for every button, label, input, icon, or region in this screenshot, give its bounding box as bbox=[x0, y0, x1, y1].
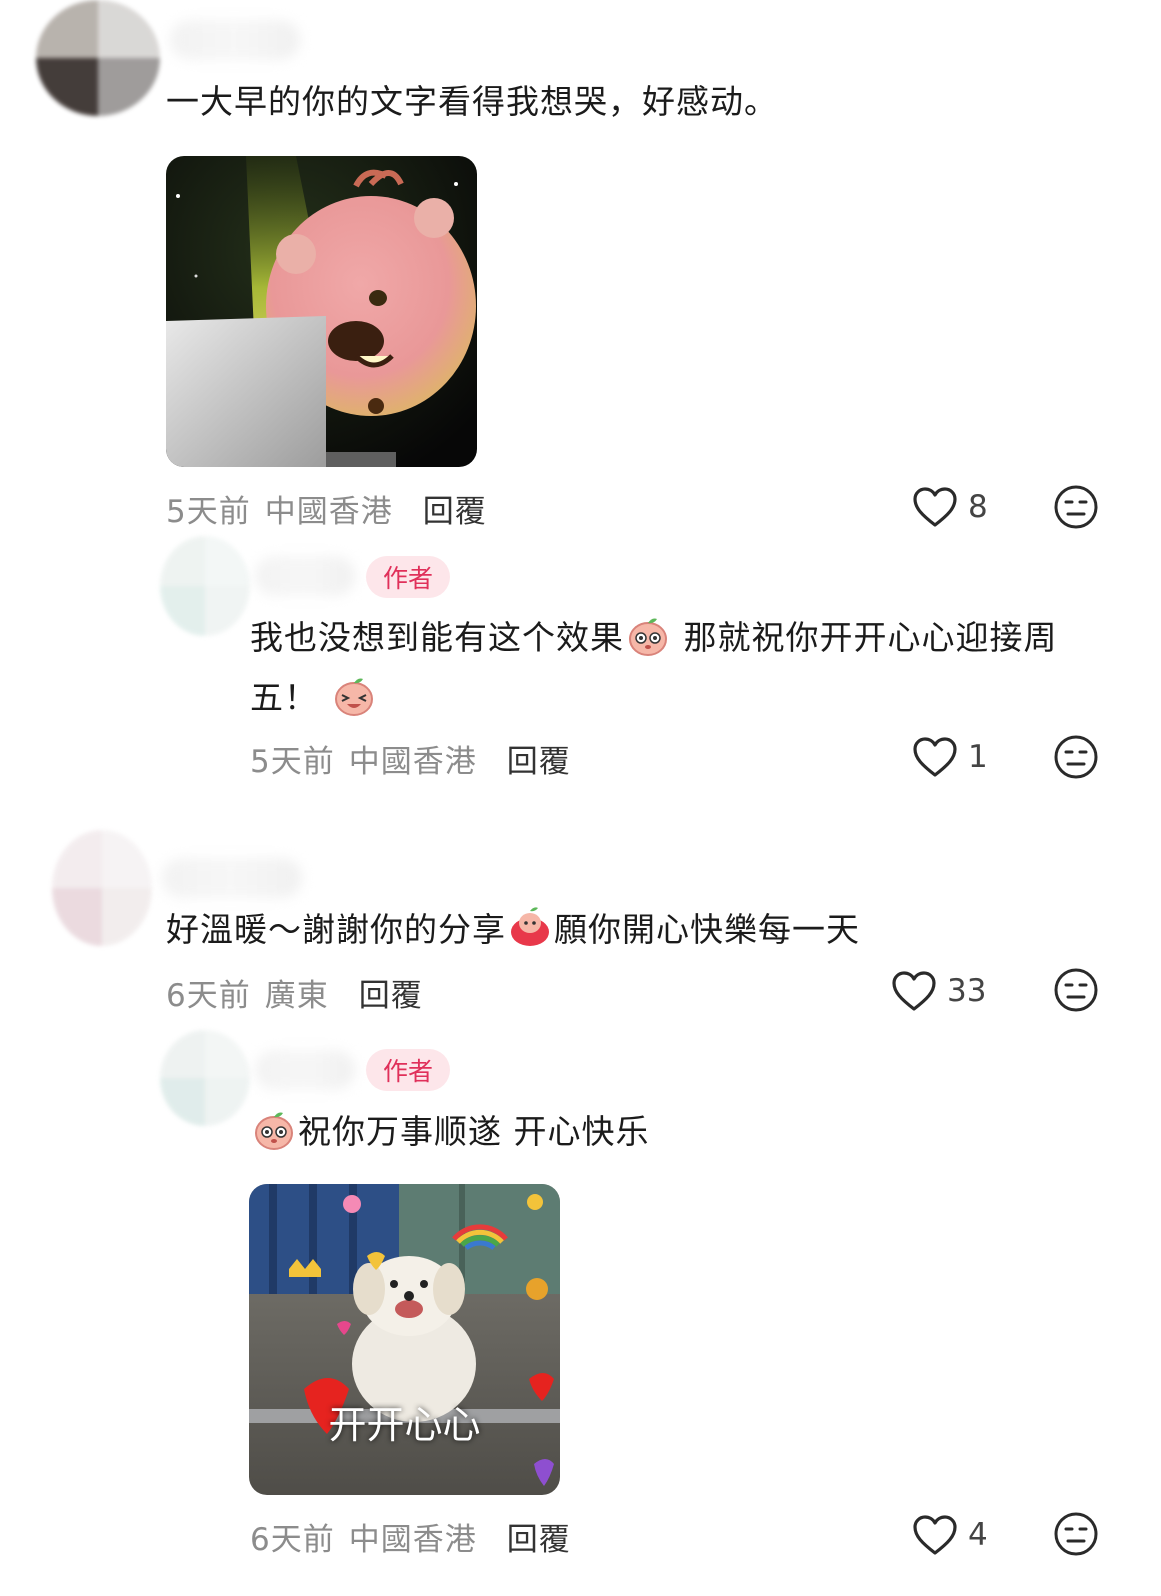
comment-meta: 5天前 中國香港 回覆 bbox=[166, 486, 487, 531]
like-count: 1 bbox=[968, 739, 988, 775]
reply-text: 我也没想到能有这个效果 那就祝你开开心心迎接周 五！ bbox=[250, 608, 1130, 728]
sticker-caption: 开开心心 bbox=[328, 1403, 481, 1447]
timestamp: 5天前 bbox=[250, 744, 335, 780]
heart-outline-icon bbox=[913, 737, 957, 777]
username[interactable] bbox=[255, 556, 355, 596]
username[interactable] bbox=[255, 1050, 355, 1090]
beaver-at-laptop-sticker[interactable] bbox=[166, 156, 477, 467]
like-button[interactable]: 4 bbox=[912, 1514, 988, 1556]
emoji-reaction-icon[interactable] bbox=[1053, 967, 1099, 1013]
heart-outline-icon bbox=[913, 1515, 957, 1555]
avatar[interactable] bbox=[52, 830, 152, 946]
emoji-reaction-icon[interactable] bbox=[1053, 734, 1099, 780]
author-badge: 作者 bbox=[366, 556, 450, 598]
author-badge: 作者 bbox=[366, 1049, 450, 1091]
location: 中國香港 bbox=[264, 494, 393, 530]
comment-meta: 6天前 廣東 回覆 bbox=[166, 970, 423, 1015]
reply-text: 祝你万事顺遂 开心快乐 bbox=[250, 1102, 650, 1162]
like-count: 33 bbox=[947, 973, 987, 1009]
username[interactable] bbox=[162, 858, 302, 898]
comment-text: 一大早的你的文字看得我想哭，好感动。 bbox=[166, 82, 778, 121]
reply-button[interactable]: 回覆 bbox=[359, 970, 423, 1015]
avatar[interactable] bbox=[36, 0, 160, 116]
timestamp: 6天前 bbox=[250, 1522, 335, 1558]
location: 廣東 bbox=[264, 978, 329, 1014]
laughing-peach-emoji-icon bbox=[334, 678, 373, 716]
like-button[interactable]: 8 bbox=[912, 486, 988, 528]
peach-emoji-icon bbox=[629, 618, 667, 656]
emoji-reaction-icon[interactable] bbox=[1053, 1511, 1099, 1557]
like-count: 8 bbox=[968, 489, 988, 525]
timestamp: 5天前 bbox=[166, 494, 251, 530]
like-button[interactable]: 33 bbox=[891, 970, 986, 1012]
username[interactable] bbox=[170, 20, 300, 60]
reply-button[interactable]: 回覆 bbox=[423, 486, 487, 531]
timestamp: 6天前 bbox=[166, 978, 251, 1014]
emoji-reaction-icon[interactable] bbox=[1053, 484, 1099, 530]
happy-dog-sticker[interactable]: 开开心心 bbox=[249, 1184, 560, 1495]
like-count: 4 bbox=[968, 1517, 988, 1553]
comment-text: 好溫暖～謝謝你的分享 願你開心快樂每一天 bbox=[166, 900, 860, 960]
location: 中國香港 bbox=[348, 1522, 477, 1558]
reply-button[interactable]: 回覆 bbox=[507, 736, 571, 781]
reply-button[interactable]: 回覆 bbox=[507, 1514, 571, 1559]
avatar[interactable] bbox=[160, 536, 250, 636]
heart-outline-icon bbox=[913, 487, 957, 527]
avatar[interactable] bbox=[160, 1030, 250, 1126]
heart-outline-icon bbox=[892, 971, 936, 1011]
peach-emoji-icon bbox=[255, 1112, 293, 1150]
like-button[interactable]: 1 bbox=[912, 736, 988, 778]
reply-meta: 5天前 中國香港 回覆 bbox=[250, 736, 571, 781]
red-peach-emoji-icon bbox=[511, 907, 549, 946]
location: 中國香港 bbox=[348, 744, 477, 780]
reply-meta: 6天前 中國香港 回覆 bbox=[250, 1514, 571, 1559]
